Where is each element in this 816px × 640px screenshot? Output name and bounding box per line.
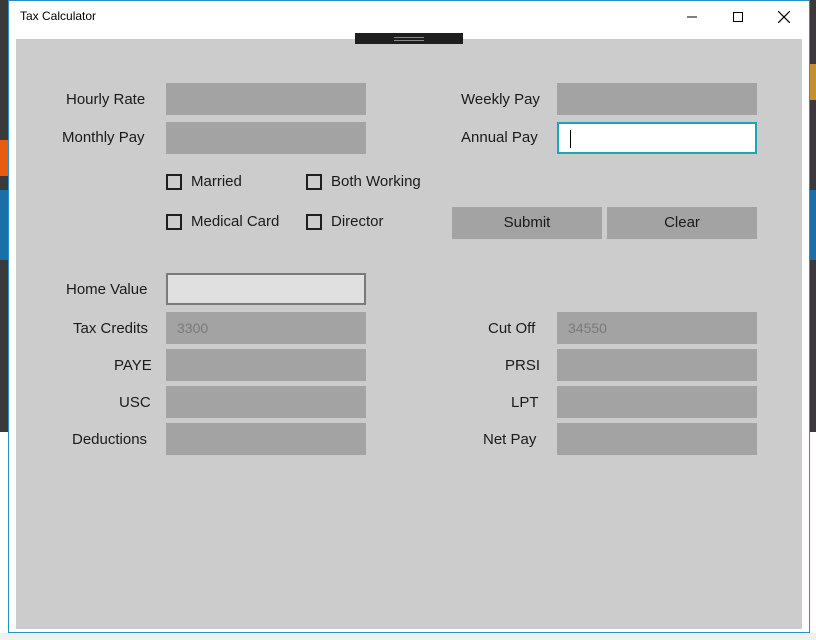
tax-credits-label: Tax Credits: [73, 320, 149, 337]
checkbox-box: [166, 173, 182, 190]
usc-input[interactable]: [166, 386, 366, 418]
hourly-rate-label: Hourly Rate: [66, 91, 146, 108]
both-working-label: Both Working: [331, 173, 421, 190]
window-title: Tax Calculator: [20, 9, 97, 23]
app-window: Tax Calculator Hourly Rate Weekly Pay Mo…: [8, 0, 810, 633]
close-button[interactable]: [761, 1, 807, 33]
tax-credits-input[interactable]: 3300: [166, 312, 366, 344]
cut-off-input[interactable]: 34550: [557, 312, 757, 344]
net-pay-input[interactable]: [557, 423, 757, 455]
paye-label: PAYE: [114, 357, 152, 374]
medical-card-label: Medical Card: [191, 213, 280, 230]
lpt-input[interactable]: [557, 386, 757, 418]
usc-label: USC: [119, 394, 151, 411]
prsi-label: PRSI: [505, 357, 541, 374]
checkbox-box: [306, 213, 322, 230]
background-app-right-blue: [810, 190, 816, 260]
background-app-bottom: [0, 633, 816, 640]
lpt-label: LPT: [511, 394, 539, 411]
prsi-input[interactable]: [557, 349, 757, 381]
monthly-pay-label: Monthly Pay: [62, 129, 145, 146]
annual-pay-label: Annual Pay: [461, 129, 538, 146]
home-value-input[interactable]: [166, 273, 366, 305]
drag-handle[interactable]: [355, 33, 463, 44]
director-label: Director: [331, 213, 384, 230]
background-app-left-orange: [0, 140, 8, 176]
weekly-pay-input[interactable]: [557, 83, 757, 115]
monthly-pay-input[interactable]: [166, 122, 366, 154]
paye-input[interactable]: [166, 349, 366, 381]
net-pay-label: Net Pay: [483, 431, 537, 448]
title-bar[interactable]: Tax Calculator: [9, 1, 809, 33]
background-app-right-orange: [810, 64, 816, 100]
deductions-label: Deductions: [72, 431, 148, 448]
medical-card-checkbox[interactable]: Medical Card: [166, 213, 279, 230]
maximize-button[interactable]: [715, 1, 761, 33]
background-app-right-white: [810, 432, 816, 640]
submit-button[interactable]: Submit: [452, 207, 602, 239]
text-caret: [570, 130, 571, 148]
grip-icon: [394, 36, 424, 41]
hourly-rate-input[interactable]: [166, 83, 366, 115]
close-icon: [778, 11, 790, 23]
both-working-checkbox[interactable]: Both Working: [306, 173, 421, 190]
weekly-pay-label: Weekly Pay: [461, 91, 540, 108]
clear-button[interactable]: Clear: [607, 207, 757, 239]
cut-off-label: Cut Off: [488, 320, 536, 337]
background-app-left-white: [0, 432, 8, 640]
maximize-icon: [733, 12, 743, 22]
deductions-input[interactable]: [166, 423, 366, 455]
checkbox-box: [166, 213, 182, 230]
married-label: Married: [191, 173, 242, 190]
home-value-label: Home Value: [66, 281, 148, 298]
annual-pay-input[interactable]: [557, 122, 757, 154]
minimize-icon: [687, 16, 697, 18]
form-panel: Hourly Rate Weekly Pay Monthly Pay Annua…: [16, 39, 802, 629]
director-checkbox[interactable]: Director: [306, 213, 384, 230]
minimize-button[interactable]: [669, 1, 715, 33]
checkbox-box: [306, 173, 322, 190]
married-checkbox[interactable]: Married: [166, 173, 242, 190]
background-app-left-blue: [0, 190, 8, 260]
